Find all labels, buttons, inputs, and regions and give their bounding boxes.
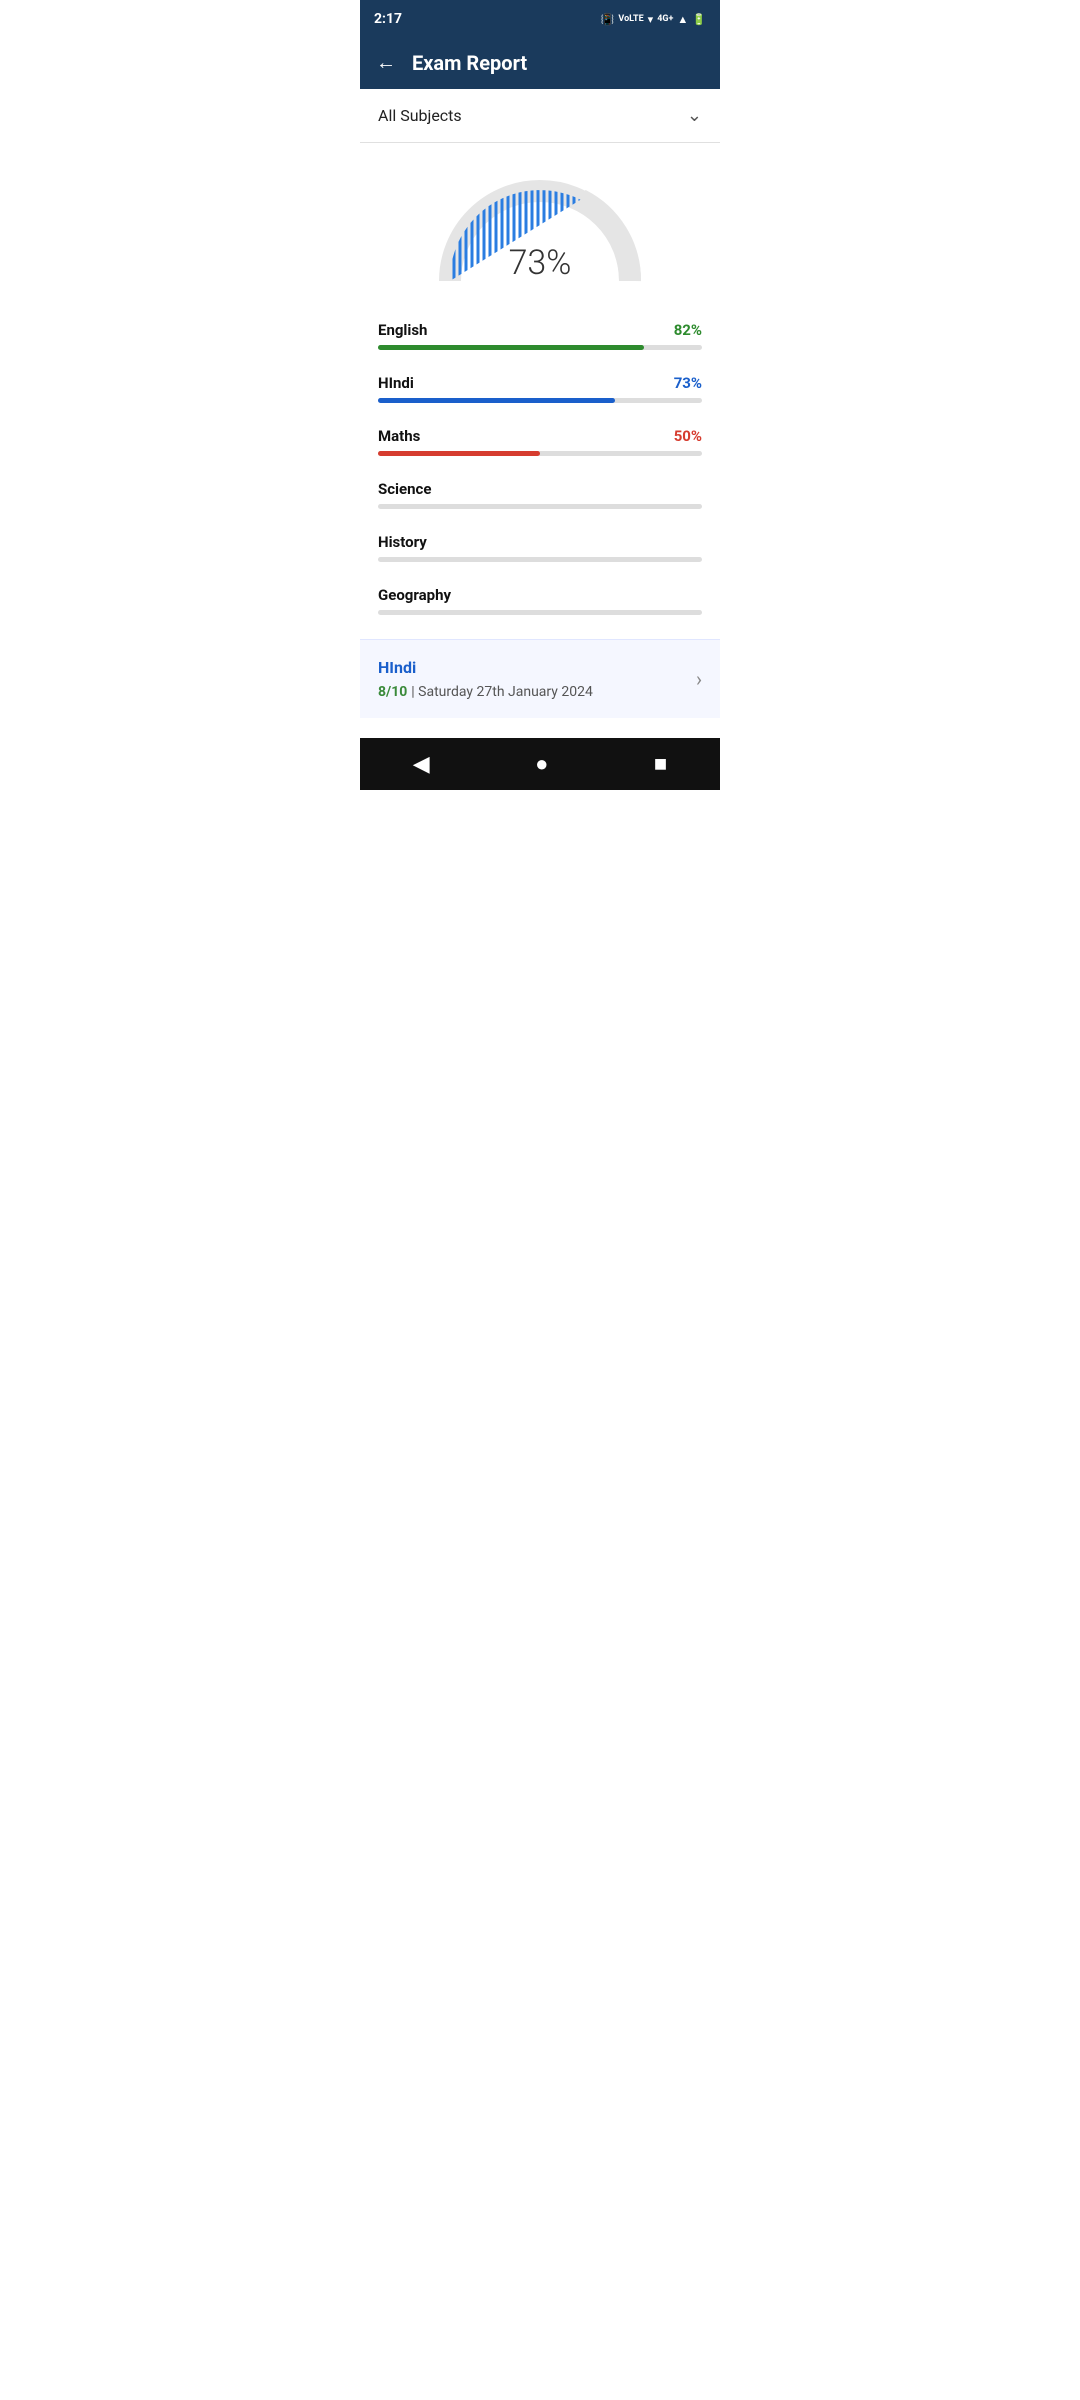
volte-icon: VoLTE <box>618 14 643 24</box>
subject-item-english: English 82% <box>378 321 702 350</box>
subject-item-maths: Maths 50% <box>378 427 702 456</box>
bar-bg-geography <box>378 610 702 615</box>
wifi-icon: ▾ <box>648 13 654 26</box>
exam-card-subject: HIndi <box>378 658 593 677</box>
subject-percent-maths: 50% <box>674 427 702 445</box>
exam-card-score: 8/10 <box>378 684 407 700</box>
signal-icon: ▲ <box>677 13 688 26</box>
status-bar: 2:17 📳 VoLTE ▾ 4G+ ▲ 🔋 <box>360 0 720 36</box>
bar-bg-science <box>378 504 702 509</box>
battery-icon: 🔋 <box>692 13 706 26</box>
subject-dropdown-label: All Subjects <box>378 106 462 125</box>
gauge-percent: 73% <box>509 243 572 283</box>
subjects-list: English 82% HIndi 73% Maths 50% Science <box>360 301 720 615</box>
subject-item-science: Science <box>378 480 702 509</box>
bar-fill-english <box>378 345 644 350</box>
status-time: 2:17 <box>374 11 402 27</box>
subject-name-geography: Geography <box>378 586 451 604</box>
nav-square-icon[interactable]: ■ <box>654 751 667 777</box>
bar-bg-history <box>378 557 702 562</box>
subject-percent-english: 82% <box>674 321 702 339</box>
back-button[interactable]: ← <box>376 50 396 75</box>
nav-home-icon[interactable]: ● <box>535 751 548 777</box>
exam-card-info: HIndi 8/10 | Saturday 27th January 2024 <box>378 658 593 700</box>
subject-name-maths: Maths <box>378 427 420 445</box>
vibrate-icon: 📳 <box>601 13 615 26</box>
gauge-area: 73% <box>360 143 720 301</box>
bar-fill-hindi <box>378 398 615 403</box>
exam-card-chevron-icon: › <box>696 667 702 691</box>
subject-name-hindi: HIndi <box>378 374 414 392</box>
subject-percent-hindi: 73% <box>674 374 702 392</box>
app-header: ← Exam Report <box>360 36 720 89</box>
nav-bar: ◀ ● ■ <box>360 738 720 790</box>
recent-exam-card[interactable]: HIndi 8/10 | Saturday 27th January 2024 … <box>360 639 720 718</box>
subject-item-history: History <box>378 533 702 562</box>
nav-back-icon[interactable]: ◀ <box>413 752 430 777</box>
bar-bg-maths <box>378 451 702 456</box>
exam-card-date: Saturday 27th January 2024 <box>418 684 593 700</box>
bar-bg-english <box>378 345 702 350</box>
exam-card-meta: 8/10 | Saturday 27th January 2024 <box>378 681 593 700</box>
subject-name-science: Science <box>378 480 431 498</box>
subject-item-geography: Geography <box>378 586 702 615</box>
subject-dropdown[interactable]: All Subjects ⌄ <box>360 89 720 143</box>
network-icon: 4G+ <box>657 14 673 24</box>
gauge-chart: 73% <box>430 171 650 291</box>
bar-bg-hindi <box>378 398 702 403</box>
subject-name-english: English <box>378 321 427 339</box>
bar-fill-maths <box>378 451 540 456</box>
chevron-down-icon: ⌄ <box>687 105 702 126</box>
subject-item-hindi: HIndi 73% <box>378 374 702 403</box>
status-icons: 📳 VoLTE ▾ 4G+ ▲ 🔋 <box>601 13 706 26</box>
page-title: Exam Report <box>412 51 527 75</box>
subject-name-history: History <box>378 533 427 551</box>
